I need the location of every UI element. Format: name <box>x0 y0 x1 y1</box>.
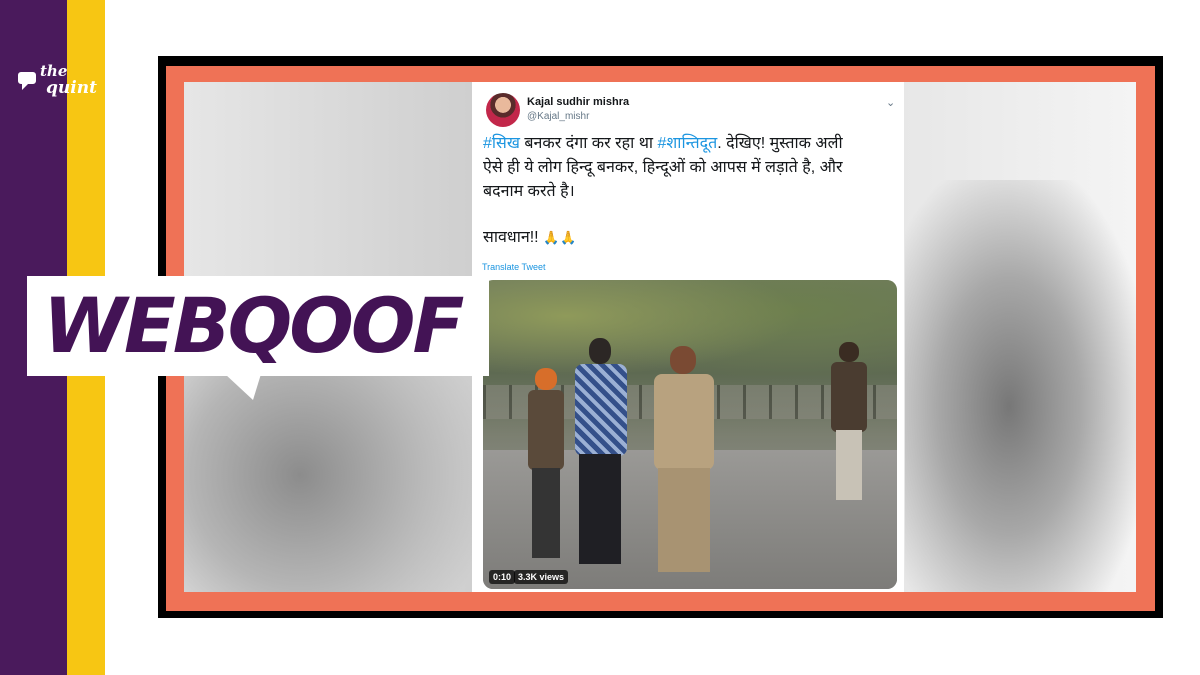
webqoof-title: WEBQOOF <box>43 281 464 370</box>
hashtag-link[interactable]: #सिख <box>483 135 520 152</box>
webqoof-banner: WEBQOOF <box>27 276 489 376</box>
avatar[interactable] <box>486 93 520 127</box>
video-person-khaki <box>648 346 724 572</box>
translate-tweet-link[interactable]: Translate Tweet <box>482 262 546 272</box>
tweet-card: Kajal sudhir mishra @Kajal_mishr ⌄ #सिख … <box>472 82 904 592</box>
tweet-line-1: #सिख बनकर दंगा कर रहा था #शान्तिदूत. देख… <box>483 132 893 156</box>
video-person-background <box>829 342 869 502</box>
tweet-text: #सिख बनकर दंगा कर रहा था #शान्तिदूत. देख… <box>483 132 893 204</box>
webqoof-speech-tail <box>225 374 261 400</box>
blurred-figure-right <box>905 180 1136 592</box>
quote-mark-icon <box>18 72 36 90</box>
author-handle[interactable]: @Kajal_mishr <box>527 111 589 122</box>
author-name[interactable]: Kajal sudhir mishra <box>527 96 629 108</box>
tweet-line-3: बदनाम करते है। <box>483 183 575 200</box>
logo-quint-text: quint <box>46 78 97 98</box>
tweet-warning-line: सावधान!! 🙏🙏 <box>483 225 577 247</box>
hashtag-link[interactable]: #शान्तिदूत <box>658 135 718 152</box>
folded-hands-icon: 🙏🙏 <box>543 230 578 245</box>
video-person-checked-shirt <box>571 338 629 568</box>
video-views-badge: 3.3K views <box>514 570 569 584</box>
tweet-line-2: ऐसे ही ये लोग हिन्दू बनकर, हिन्दूओं को आ… <box>483 159 843 176</box>
chevron-down-icon[interactable]: ⌄ <box>886 96 895 109</box>
video-player[interactable]: 0:10 3.3K views <box>483 280 897 589</box>
warning-text: सावधान!! <box>483 229 539 246</box>
tweet-text-segment: बनकर दंगा कर रहा था <box>519 135 658 152</box>
the-quint-logo[interactable]: the quint <box>14 60 97 106</box>
tweet-text-segment: . देखिए! मुस्ताक अली <box>717 135 843 152</box>
video-duration-badge: 0:10 <box>489 570 516 584</box>
video-person-turban <box>525 368 567 558</box>
